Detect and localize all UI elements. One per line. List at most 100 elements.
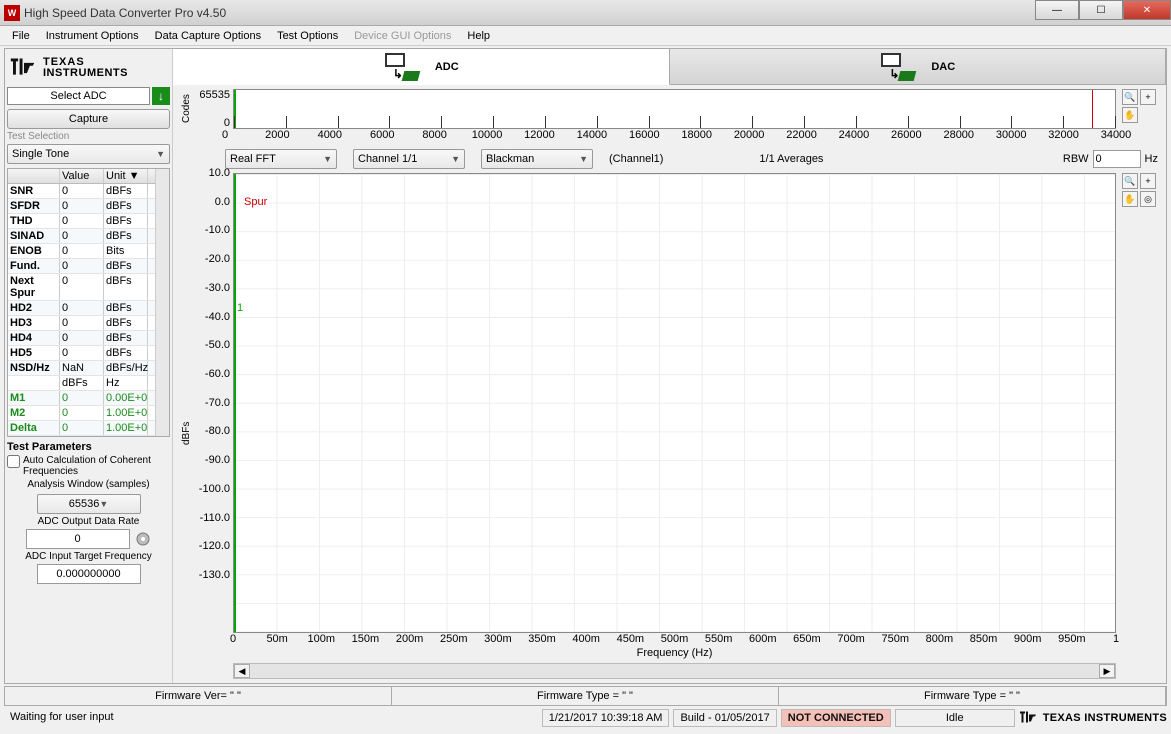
menu-instrument-options[interactable]: Instrument Options — [38, 28, 147, 44]
fft-xlabel: Frequency (Hz) — [233, 647, 1116, 661]
plus-tool-icon[interactable]: + — [1140, 173, 1156, 189]
codes-plot[interactable] — [233, 89, 1116, 129]
app-icon: W — [4, 5, 20, 21]
tabs: ↳ ADC ↳ DAC — [173, 49, 1166, 85]
hand-tool-icon[interactable]: ✋ — [1122, 107, 1138, 123]
results-scrollbar[interactable] — [155, 169, 169, 436]
zoom-tool-icon[interactable]: 🔍 — [1122, 173, 1138, 189]
menu-help[interactable]: Help — [459, 28, 498, 44]
fft-ylabel: dBFs — [181, 173, 195, 679]
firmware-type-2: Firmware Type = " " — [779, 687, 1166, 705]
table-row: M100.00E+0 — [8, 391, 155, 406]
averages-label: 1/1 Averages — [759, 153, 823, 165]
codes-xlabels: 0200040006000800010000120001400016000180… — [225, 129, 1116, 143]
firmware-type-1: Firmware Type = " " — [392, 687, 779, 705]
table-row: SFDR0dBFs — [8, 199, 155, 214]
sidebar: TEXAS INSTRUMENTS Select ADC ↓ Capture T… — [5, 49, 173, 683]
tab-adc[interactable]: ↳ ADC — [173, 49, 670, 85]
rbw-unit: Hz — [1145, 153, 1158, 165]
analysis-window-combo[interactable]: 65536 ▼ — [37, 494, 141, 514]
chevron-down-icon: ▼ — [579, 154, 588, 164]
test-params-header: Test Parameters — [7, 441, 170, 453]
hand-tool-icon[interactable]: ✋ — [1122, 191, 1138, 207]
capture-button[interactable]: Capture — [7, 109, 170, 129]
table-row: HD40dBFs — [8, 331, 155, 346]
close-button[interactable]: ✕ — [1123, 0, 1171, 20]
window-controls: — ☐ ✕ — [1035, 0, 1171, 20]
fft-yticks: 10.00.0-10.0-20.0-30.0-40.0-50.0-60.0-70… — [195, 173, 233, 575]
adc-target-freq-input[interactable]: 0.000000000 — [37, 564, 141, 584]
channel-value: Channel 1/1 — [358, 153, 417, 165]
chevron-down-icon: ▼ — [99, 499, 108, 509]
status-build: Build - 01/05/2017 — [673, 709, 776, 727]
one-annotation: 1 — [237, 302, 243, 314]
fft-type-combo[interactable]: Real FFT ▼ — [225, 149, 337, 169]
select-adc-go-button[interactable]: ↓ — [152, 87, 170, 105]
results-hdr-value[interactable]: Value — [60, 169, 104, 183]
adc-output-rate-label: ADC Output Data Rate — [7, 516, 170, 527]
results-hdr-name — [8, 169, 60, 183]
target-tool-icon[interactable]: ◎ — [1140, 191, 1156, 207]
table-row: M201.00E+0 — [8, 406, 155, 421]
codes-chart-area: Codes 65535 0 🔍 + ✋ — [173, 85, 1166, 129]
chevron-down-icon: ▼ — [323, 154, 332, 164]
table-row: Delta01.00E+0 — [8, 421, 155, 436]
results-hdr-unit[interactable]: Unit ▼ — [104, 169, 148, 183]
menu-data-capture-options[interactable]: Data Capture Options — [147, 28, 269, 44]
dac-tab-icon: ↳ — [879, 53, 917, 81]
menu-file[interactable]: File — [4, 28, 38, 44]
chevron-down-icon: ▼ — [156, 149, 165, 159]
status-datetime: 1/21/2017 10:39:18 AM — [542, 709, 670, 727]
auto-calc-check[interactable] — [7, 455, 20, 468]
ti-footer-logo: TEXAS INSTRUMENTS — [1019, 710, 1167, 726]
minimize-button[interactable]: — — [1035, 0, 1079, 20]
test-selection-value: Single Tone — [12, 148, 69, 160]
channel-label: (Channel1) — [609, 153, 663, 165]
auto-calc-label: Auto Calculation of Coherent Frequencies — [23, 455, 170, 477]
plus-tool-icon[interactable]: + — [1140, 89, 1156, 105]
rbw-label: RBW — [1063, 153, 1089, 165]
menu-test-options[interactable]: Test Options — [269, 28, 346, 44]
scroll-left-icon[interactable]: ◀ — [234, 664, 250, 678]
content-area: ↳ ADC ↳ DAC Codes 65535 0 — [173, 49, 1166, 683]
spur-annotation: Spur — [244, 196, 267, 208]
table-row: HD50dBFs — [8, 346, 155, 361]
ti-logo-icon — [9, 57, 39, 79]
test-parameters: Test Parameters Auto Calculation of Cohe… — [7, 441, 170, 584]
tab-adc-label: ADC — [435, 61, 459, 73]
tab-dac[interactable]: ↳ DAC — [670, 49, 1167, 84]
analysis-window-label: Analysis Window (samples) — [7, 479, 170, 490]
results-table: Value Unit ▼ SNR0dBFsSFDR0dBFsTHD0dBFsSI… — [7, 168, 170, 437]
zoom-tool-icon[interactable]: 🔍 — [1122, 89, 1138, 105]
tab-dac-label: DAC — [931, 61, 955, 73]
select-adc-dropdown[interactable]: Select ADC — [7, 87, 150, 105]
table-row: THD0dBFs — [8, 214, 155, 229]
table-row: Next Spur0dBFs — [8, 274, 155, 301]
table-row: SINAD0dBFs — [8, 229, 155, 244]
fft-tools: 🔍 + ✋ ◎ — [1116, 173, 1158, 679]
results-header: Value Unit ▼ — [8, 169, 155, 184]
status-connection: NOT CONNECTED — [781, 709, 891, 727]
chevron-down-icon: ▼ — [451, 154, 460, 164]
auto-calc-checkbox[interactable]: Auto Calculation of Coherent Frequencies — [7, 455, 170, 477]
rbw-input[interactable] — [1093, 150, 1141, 168]
channel-combo[interactable]: Channel 1/1 ▼ — [353, 149, 465, 169]
status-idle: Idle — [895, 709, 1015, 727]
status-row: Waiting for user input 1/21/2017 10:39:1… — [4, 708, 1167, 728]
adc-output-rate-input[interactable]: 0 — [26, 529, 130, 549]
window-title: High Speed Data Converter Pro v4.50 — [24, 6, 226, 20]
scroll-right-icon[interactable]: ▶ — [1099, 664, 1115, 678]
titlebar: W High Speed Data Converter Pro v4.50 — … — [0, 0, 1171, 26]
codes-yticks: 65535 0 — [195, 89, 233, 129]
fft-hscrollbar[interactable]: ◀ ▶ — [233, 663, 1116, 679]
maximize-button[interactable]: ☐ — [1079, 0, 1123, 20]
adc-target-freq-label: ADC Input Target Frequency — [7, 551, 170, 562]
test-selection-combo[interactable]: Single Tone ▼ — [7, 144, 170, 164]
firmware-version: Firmware Ver= " " — [5, 687, 392, 705]
table-row: Fund.0dBFs — [8, 259, 155, 274]
fft-plot[interactable]: Spur 1 — [233, 173, 1116, 633]
window-combo[interactable]: Blackman ▼ — [481, 149, 593, 169]
fft-xlabels: 050m100m150m200m250m300m350m400m450m500m… — [233, 633, 1116, 647]
table-row: NSD/HzNaNdBFs/Hz — [8, 361, 155, 376]
gear-icon[interactable] — [134, 530, 152, 548]
